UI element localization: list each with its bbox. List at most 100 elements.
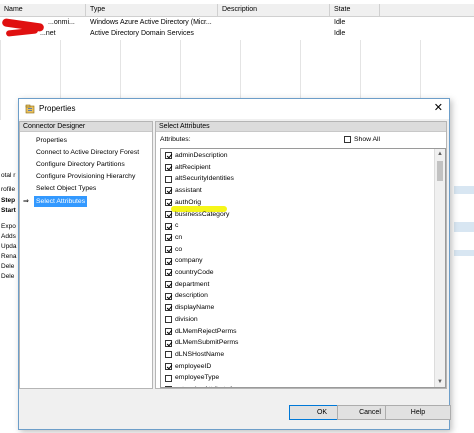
attribute-checkbox[interactable]	[165, 269, 172, 277]
attribute-item[interactable]: dLMemSubmitPerms	[165, 337, 238, 349]
attribute-checkbox[interactable]	[165, 292, 172, 300]
close-icon[interactable]: ✕	[434, 101, 443, 115]
attribute-item[interactable]: businessCategory	[165, 209, 229, 221]
attribute-item[interactable]: adminDescription	[165, 150, 228, 162]
fragment-text: Adds	[1, 233, 16, 240]
select-attributes-pane: Select Attributes Attributes: Show All ▲…	[155, 121, 447, 389]
properties-icon	[25, 104, 35, 114]
attribute-item[interactable]: co	[165, 244, 182, 256]
table-row[interactable]: ...onmi... Windows Azure Active Director…	[0, 17, 474, 28]
attribute-checkbox[interactable]	[165, 304, 172, 312]
fragment-text: rofile	[1, 186, 16, 193]
scrollbar-thumb[interactable]	[437, 161, 443, 181]
fragment-text: otal r	[1, 172, 16, 179]
vertical-scrollbar[interactable]: ▲ ▼	[434, 149, 445, 387]
show-all-checkbox[interactable]: Show All	[344, 136, 380, 143]
attribute-checkbox[interactable]	[165, 362, 172, 370]
attribute-item[interactable]: company	[165, 255, 203, 267]
nav-item-select-attributes[interactable]: Select Attributes	[34, 196, 88, 207]
nav-item-provisioning-hierarchy[interactable]: Configure Provisioning Hierarchy	[34, 171, 137, 182]
pane-header: Connector Designer	[20, 122, 152, 132]
attributes-label: Attributes:	[160, 136, 191, 143]
attribute-label: altSecurityIdentities	[175, 175, 234, 183]
show-all-label: Show All	[354, 136, 381, 143]
table-row[interactable]: ...net Active Directory Domain Services …	[0, 28, 474, 39]
attribute-item[interactable]: dLMemRejectPerms	[165, 326, 237, 338]
attribute-checkbox[interactable]	[165, 199, 172, 207]
attribute-checkbox[interactable]	[165, 339, 172, 347]
dialog-titlebar[interactable]: Properties ✕	[19, 99, 449, 119]
attribute-label: co	[175, 245, 183, 253]
attributes-list[interactable]: ▲ ▼ adminDescription altRecipient altSecur…	[160, 148, 446, 388]
attribute-item[interactable]: countryCode	[165, 267, 214, 279]
connector-type: Active Directory Domain Services	[90, 30, 194, 37]
connector-name: ...onmi...	[48, 19, 75, 26]
attribute-item[interactable]: employeeID	[165, 361, 211, 373]
attribute-item[interactable]: extensionAttribute1	[165, 384, 233, 387]
attribute-checkbox[interactable]	[165, 222, 172, 230]
nav-item-object-types[interactable]: Select Object Types	[34, 183, 98, 194]
attribute-checkbox[interactable]	[165, 374, 172, 382]
attribute-checkbox[interactable]	[165, 386, 172, 387]
attribute-item[interactable]: altRecipient	[165, 162, 211, 174]
nav-item-directory-partitions[interactable]: Configure Directory Partitions	[34, 159, 127, 170]
attribute-label: division	[175, 315, 198, 323]
checkbox[interactable]	[344, 136, 351, 143]
attribute-checkbox[interactable]	[165, 316, 172, 324]
current-step-arrow-icon: ⇒	[23, 198, 29, 205]
attribute-checkbox[interactable]	[165, 245, 172, 253]
attribute-checkbox[interactable]	[165, 234, 172, 242]
attribute-item[interactable]: dLNSHostName	[165, 349, 224, 361]
attribute-checkbox[interactable]	[165, 187, 172, 195]
attribute-item[interactable]: division	[165, 314, 198, 326]
connector-state: Idle	[334, 19, 346, 26]
fragment-text: Step	[1, 197, 16, 204]
attribute-item[interactable]: displayName	[165, 302, 214, 314]
fragment-text: Upda	[1, 243, 17, 250]
background-left-panel: otal r rofile Step Start Expo Adds Upda …	[0, 170, 18, 280]
attribute-item[interactable]: assistant	[165, 185, 202, 197]
scroll-down-icon[interactable]: ▼	[435, 377, 445, 387]
attribute-label: extensionAttribute1	[175, 384, 233, 387]
attribute-item[interactable]: employeeType	[165, 372, 219, 384]
attribute-item[interactable]: description	[165, 290, 208, 302]
connector-state: Idle	[334, 30, 346, 37]
attribute-checkbox[interactable]	[165, 175, 172, 183]
nav-item-connect-forest[interactable]: Connect to Active Directory Forest	[34, 147, 141, 158]
column-header-name[interactable]: Name	[0, 4, 86, 16]
attribute-label: dLMemRejectPerms	[175, 327, 237, 335]
fragment-text: Rena	[1, 253, 17, 260]
column-header-type[interactable]: Type	[86, 4, 218, 16]
connector-designer-pane: Connector Designer Properties Connect to…	[19, 121, 153, 389]
column-header-state[interactable]: State	[330, 4, 380, 16]
attribute-label: assistant	[175, 187, 202, 195]
attribute-item[interactable]: cn	[165, 232, 182, 244]
dialog-title: Properties	[39, 104, 76, 113]
attribute-checkbox[interactable]	[165, 210, 172, 218]
attribute-label: altRecipient	[175, 163, 211, 171]
attribute-item[interactable]: authOrig	[165, 197, 201, 209]
attribute-item[interactable]: department	[165, 279, 209, 291]
attribute-checkbox[interactable]	[165, 281, 172, 289]
attribute-item[interactable]: altSecurityIdentities	[165, 173, 234, 185]
column-header-description[interactable]: Description	[218, 4, 330, 16]
pane-header: Select Attributes	[156, 122, 446, 132]
attribute-checkbox[interactable]	[165, 257, 172, 265]
attribute-checkbox[interactable]	[165, 152, 172, 160]
attribute-label: cn	[175, 233, 183, 241]
attribute-label: employeeType	[175, 374, 220, 382]
fragment-text: Start	[1, 207, 16, 214]
attribute-label: adminDescription	[175, 152, 228, 159]
attribute-label: displayName	[175, 304, 215, 312]
nav-item-properties[interactable]: Properties	[34, 135, 69, 146]
attribute-checkbox[interactable]	[165, 327, 172, 335]
attribute-checkbox[interactable]	[165, 351, 172, 359]
attribute-label: department	[175, 280, 210, 288]
scroll-up-icon[interactable]: ▲	[435, 149, 445, 159]
attribute-item[interactable]: c	[165, 220, 178, 232]
connector-name: ...net	[40, 30, 56, 37]
background-band	[454, 186, 474, 194]
attribute-checkbox[interactable]	[165, 164, 172, 172]
fragment-text: Dele	[1, 273, 15, 280]
help-button[interactable]: Help	[385, 405, 451, 420]
